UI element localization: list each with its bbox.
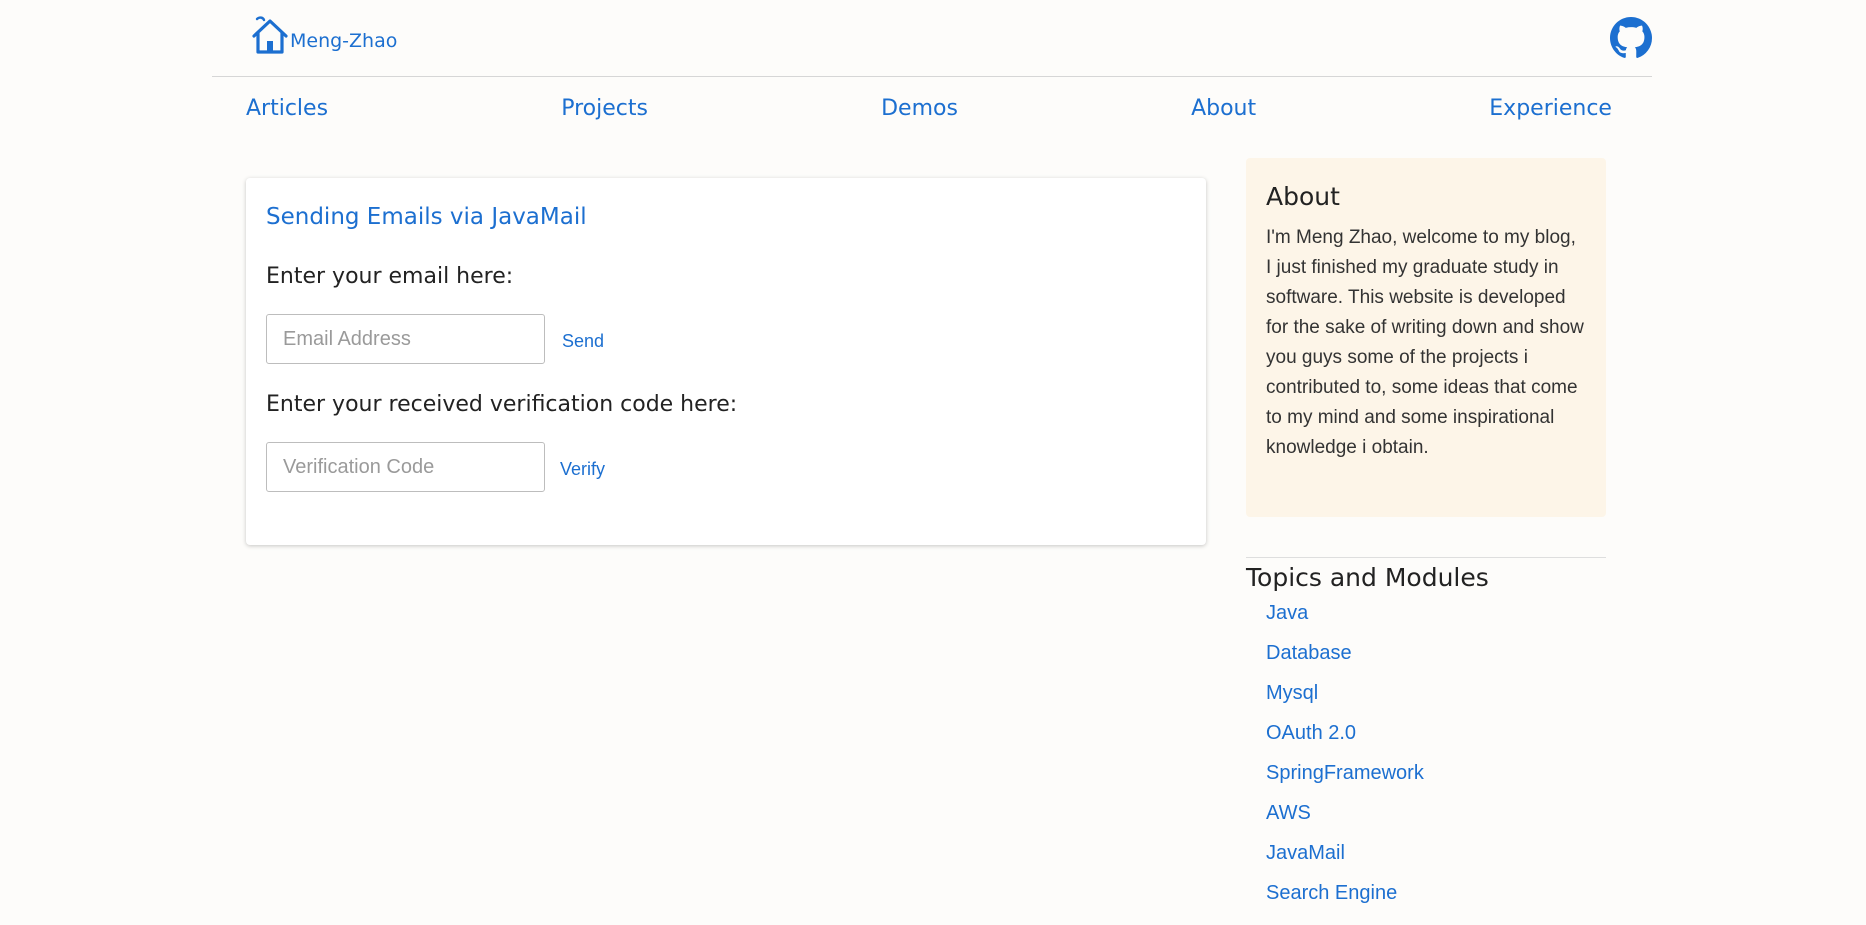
verify-button[interactable]: Verify	[560, 459, 605, 480]
topic-search-engine[interactable]: Search Engine	[1266, 882, 1397, 904]
topics-title: Topics and Modules	[1246, 563, 1489, 592]
email-input[interactable]	[266, 314, 545, 364]
verification-code-input[interactable]	[266, 442, 545, 492]
topic-database[interactable]: Database	[1266, 642, 1352, 664]
topic-aws[interactable]: AWS	[1266, 802, 1311, 824]
nav-experience[interactable]: Experience	[1489, 96, 1612, 121]
list-item: Mysql	[1266, 678, 1424, 718]
topic-java[interactable]: Java	[1266, 602, 1308, 624]
list-item: Database	[1266, 638, 1424, 678]
topics-list: Java Database Mysql OAuth 2.0 SpringFram…	[1266, 598, 1424, 918]
topic-springframework[interactable]: SpringFramework	[1266, 762, 1424, 784]
send-button[interactable]: Send	[562, 331, 604, 352]
list-item: Java	[1266, 598, 1424, 638]
nav-demos[interactable]: Demos	[881, 96, 958, 121]
topic-oauth[interactable]: OAuth 2.0	[1266, 722, 1356, 744]
site-header: Meng-Zhao	[212, 0, 1652, 77]
topic-mysql[interactable]: Mysql	[1266, 682, 1318, 704]
home-icon	[252, 16, 288, 54]
topic-javamail[interactable]: JavaMail	[1266, 842, 1345, 864]
card-title: Sending Emails via JavaMail	[266, 204, 587, 230]
list-item: SpringFramework	[1266, 758, 1424, 798]
main-nav: Articles Projects Demos About Experience	[246, 88, 1612, 128]
about-title: About	[1266, 182, 1340, 211]
list-item: JavaMail	[1266, 838, 1424, 878]
code-label: Enter your received verification code he…	[266, 392, 738, 417]
nav-projects[interactable]: Projects	[561, 96, 648, 121]
email-label: Enter your email here:	[266, 264, 514, 289]
about-text: I'm Meng Zhao, welcome to my blog, I jus…	[1266, 227, 1584, 458]
list-item: OAuth 2.0	[1266, 718, 1424, 758]
home-link[interactable]: Meng-Zhao	[250, 16, 397, 56]
github-link[interactable]	[1610, 17, 1652, 59]
list-item: Search Engine	[1266, 878, 1424, 918]
topics-divider	[1246, 557, 1606, 558]
github-icon	[1610, 17, 1652, 58]
about-panel: About I'm Meng Zhao, welcome to my blog,…	[1246, 158, 1606, 517]
nav-articles[interactable]: Articles	[246, 96, 328, 121]
nav-about[interactable]: About	[1191, 96, 1256, 121]
brand-name: Meng-Zhao	[290, 30, 398, 52]
email-demo-card: Sending Emails via JavaMail Enter your e…	[246, 178, 1206, 545]
list-item: AWS	[1266, 798, 1424, 838]
